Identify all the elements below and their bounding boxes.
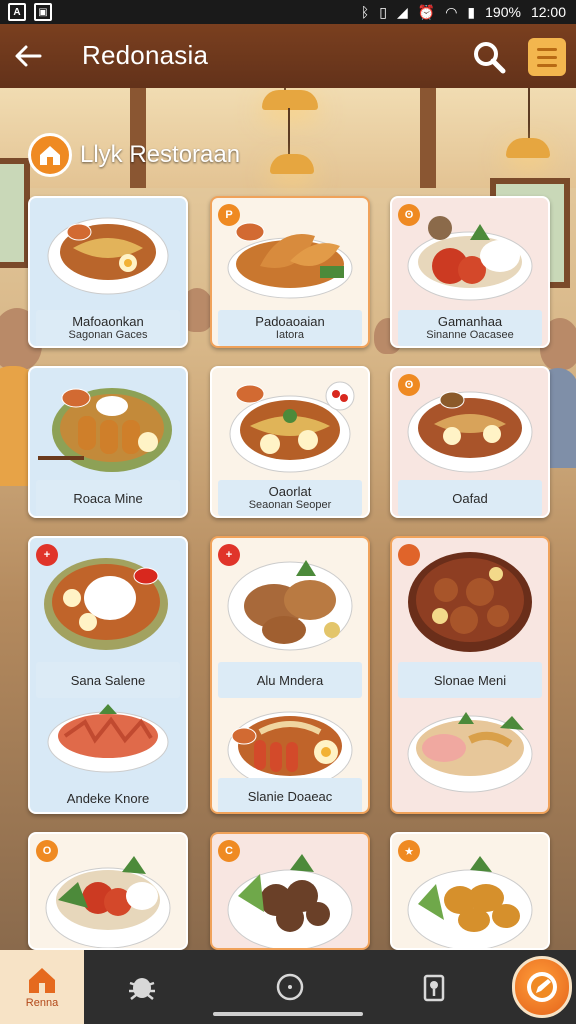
menu-card[interactable]: C [210, 832, 370, 950]
restaurant-header: Llyk Restoraan [28, 133, 241, 177]
menu-caption: Sana Salene [36, 662, 180, 698]
menu-card[interactable]: O [28, 832, 188, 950]
menu-caption: Oaorlat Seaonan Seoper [218, 480, 362, 516]
menu-name: Mafoaonkan [72, 314, 144, 329]
menu-caption: Mafoaonkan Sagonan Gaces [36, 310, 180, 346]
search-icon [474, 42, 506, 74]
menu-caption: Andeke Knore [36, 780, 180, 812]
restaurant-title: Llyk Restoraan [80, 141, 241, 168]
clock: 12:00 [530, 4, 566, 20]
menu-card[interactable]: ʘ Oafad [390, 366, 550, 518]
battery-icon: ▮ [467, 4, 476, 20]
bluetooth-icon: ᛒ [360, 4, 370, 20]
menu-card[interactable]: + Sana Salene Andeke Knore [28, 536, 188, 814]
signal-icon: ◢ [396, 4, 408, 20]
menu-subtitle: Sinanne Oacasee [426, 329, 514, 341]
home-icon [28, 133, 72, 177]
menu-subtitle: Iatora [275, 329, 305, 341]
back-button[interactable] [10, 38, 46, 74]
bug-icon [129, 978, 155, 1000]
menu-card[interactable]: P Padoaoaian Iatora [210, 196, 370, 348]
menu-card[interactable]: + Alu Mndera Slanie Doaeac [210, 536, 370, 814]
menu-caption: Slonae Meni [398, 662, 542, 698]
menu-name: Alu Mndera [256, 672, 324, 688]
menu-name: Oaorlat [268, 484, 312, 499]
menu-caption: Oafad [398, 480, 542, 516]
location-icon [423, 974, 445, 1002]
nav-home[interactable]: Renna [0, 950, 84, 1024]
edit-fab-button[interactable] [512, 956, 572, 1018]
menu-subtitle: Sagonan Gaces [68, 329, 148, 341]
nav-indicator [213, 1012, 363, 1016]
arrow-left-icon [15, 45, 42, 67]
menu-caption: Gamanhaa Sinanne Oacasee [398, 310, 542, 346]
menu-card[interactable]: Roaca Mine [28, 366, 188, 518]
home-icon [29, 968, 55, 993]
nav-bug[interactable] [110, 950, 174, 1024]
menu-card[interactable]: ʘ Gamanhaa Sinanne Oacasee [390, 196, 550, 348]
menu-subtitle: Seaonan Seoper [248, 499, 332, 511]
menu-caption: Padoaoaian Iatora [218, 310, 362, 346]
wifi-icon: ◠ [445, 4, 458, 20]
menu-icon [537, 47, 557, 51]
menu-card[interactable]: Oaorlat Seaonan Seoper [210, 366, 370, 518]
menu-name: Oafad [452, 490, 488, 506]
a-icon: A [8, 3, 26, 21]
nav-home-label: Renna [25, 997, 59, 1009]
vibrate-icon: ▯ [379, 4, 387, 20]
edit-icon [527, 972, 557, 1002]
circle-icon [276, 973, 304, 1001]
menu-name: Roaca Mine [73, 490, 143, 506]
alarm-icon: ⏰ [417, 4, 436, 20]
menu-name: Padoaoaian [255, 314, 325, 329]
menu-name: Andeke Knore [66, 790, 150, 806]
menu-name: Slanie Doaeac [247, 788, 333, 804]
status-bar: A ▣ ᛒ ▯ ◢ ⏰ ◠ ▮ 190% 12:00 [0, 0, 576, 24]
menu-card[interactable]: Slonae Meni [390, 536, 550, 814]
menu-name: Slonae Meni [433, 672, 507, 688]
menu-caption: Roaca Mine [36, 480, 180, 516]
menu-caption: Alu Mndera [218, 662, 362, 698]
search-button[interactable] [470, 38, 508, 76]
menu-name: Sana Salene [70, 672, 146, 688]
menu-button[interactable] [528, 38, 566, 76]
app-bar: Redonasia [0, 24, 576, 88]
menu-card[interactable]: ★ [390, 832, 550, 950]
menu-caption: Slanie Doaeac [218, 778, 362, 812]
nav-location[interactable] [402, 950, 466, 1024]
menu-card[interactable]: Mafoaonkan Sagonan Gaces [28, 196, 188, 348]
app-title: Redonasia [82, 40, 209, 70]
image-icon: ▣ [34, 3, 52, 21]
battery-level: 190% [485, 4, 521, 20]
menu-name: Gamanhaa [437, 314, 503, 329]
